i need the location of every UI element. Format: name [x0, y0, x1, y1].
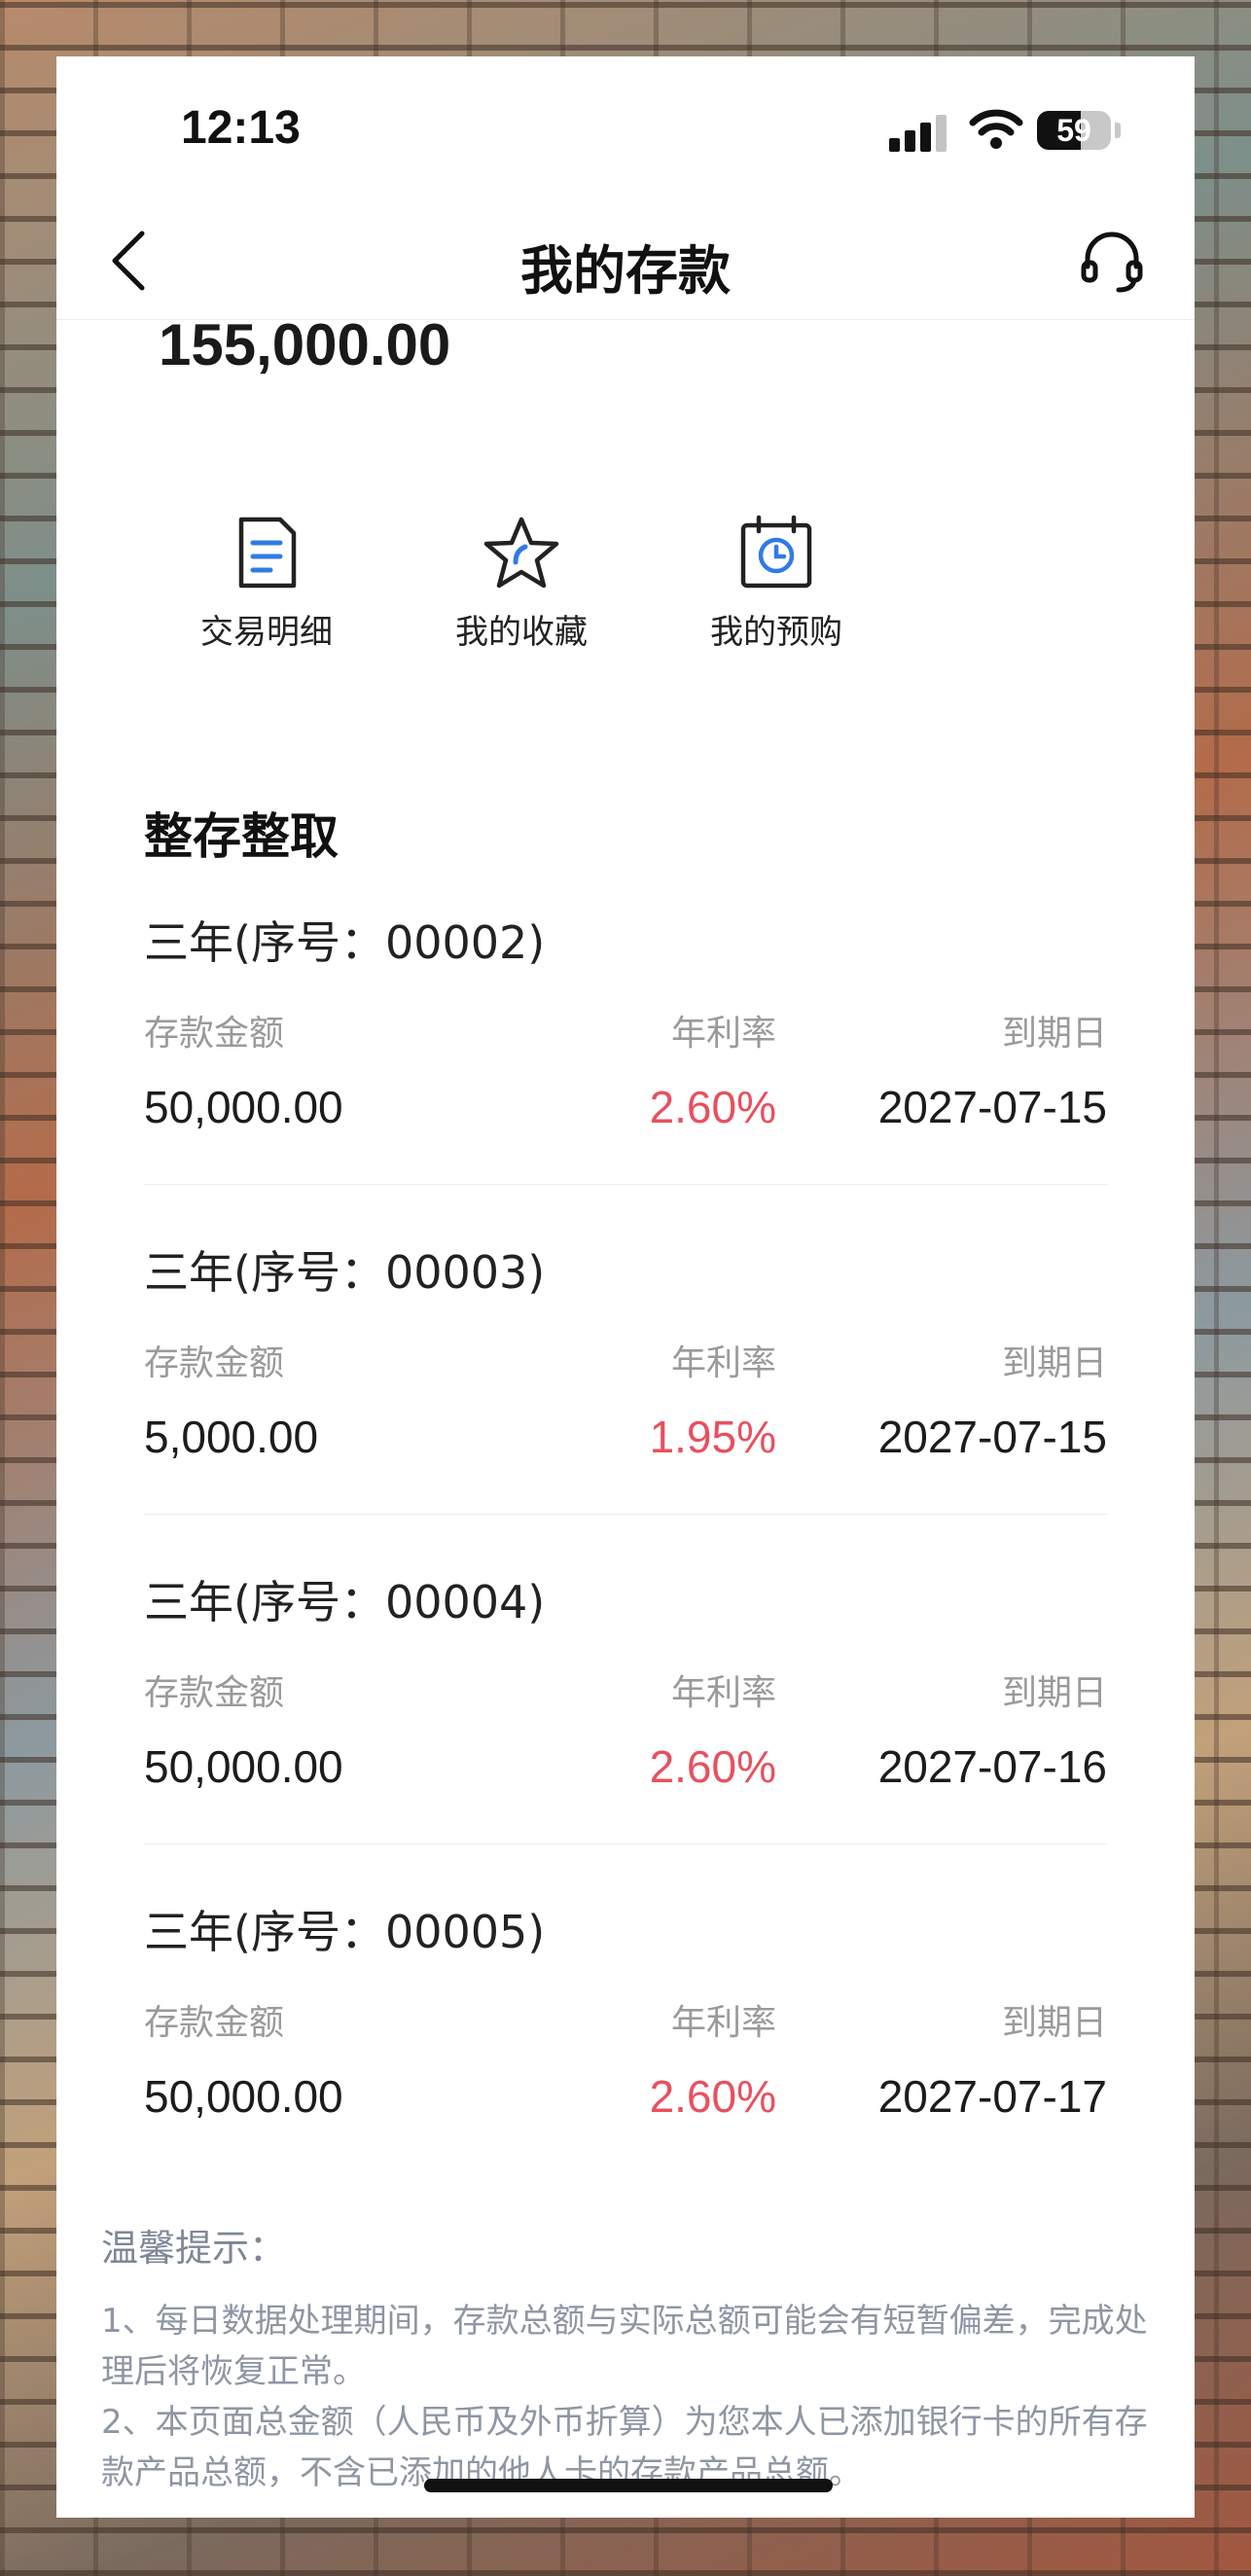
rate-label: 年利率 — [670, 1343, 776, 1383]
headset-icon[interactable] — [1078, 228, 1146, 296]
amount-label: 存款金额 — [144, 1343, 285, 1383]
deposit-card[interactable]: 三年(序号：00004) 存款金额 年利率 到期日 50,000.00 2.60… — [144, 1567, 1107, 1898]
amount-label: 存款金额 — [144, 2003, 285, 2043]
amount-label: 存款金额 — [144, 1673, 285, 1713]
due-label: 到期日 — [1001, 1343, 1107, 1383]
amount-label: 存款金额 — [144, 1014, 285, 1054]
due-date: 2027-07-16 — [877, 1741, 1107, 1792]
quick-actions: 交易明细 我的收藏 我的预购 — [150, 514, 947, 669]
due-label: 到期日 — [1001, 1673, 1107, 1713]
deposit-amount: 5,000.00 — [144, 1412, 319, 1462]
due-date: 2027-07-17 — [877, 2071, 1107, 2122]
deposit-amount: 50,000.00 — [144, 1741, 343, 1792]
deposit-title: 三年(序号：00003) — [144, 1246, 546, 1299]
document-icon — [238, 517, 297, 589]
battery-tip — [1115, 123, 1121, 138]
deposit-amount: 50,000.00 — [144, 1082, 343, 1132]
action-label: 我的收藏 — [455, 613, 588, 652]
home-indicator[interactable] — [424, 2479, 833, 2492]
star-icon — [483, 517, 559, 589]
status-bar: 12:13 59 — [56, 56, 1195, 202]
status-time: 12:13 — [181, 102, 301, 154]
transaction-details-button[interactable]: 交易明细 — [150, 514, 383, 669]
phone-screen: 12:13 59 我的存款 155,000.00 交易明细 我的收藏 我的预购 … — [56, 56, 1195, 2518]
interest-rate: 1.95% — [649, 1412, 776, 1462]
tips-title: 温馨提示： — [101, 2227, 287, 2270]
battery-icon: 59 — [1037, 111, 1111, 150]
interest-rate: 2.60% — [649, 1082, 776, 1132]
divider — [144, 1184, 1107, 1185]
rate-label: 年利率 — [670, 1673, 776, 1713]
deposit-amount: 50,000.00 — [144, 2071, 343, 2122]
deposit-title: 三年(序号：00002) — [144, 916, 546, 969]
due-label: 到期日 — [1001, 1014, 1107, 1054]
divider — [144, 1514, 1107, 1515]
divider — [144, 1843, 1107, 1844]
due-label: 到期日 — [1001, 2003, 1107, 2043]
wifi-icon — [969, 109, 1023, 149]
battery-level: 59 — [1056, 113, 1091, 148]
deposit-title: 三年(序号：00004) — [144, 1576, 546, 1628]
total-amount: 155,000.00 — [159, 312, 451, 377]
deposit-card[interactable]: 三年(序号：00005) 存款金额 年利率 到期日 50,000.00 2.60… — [144, 1897, 1107, 2228]
calendar-clock-icon — [740, 515, 812, 589]
rate-label: 年利率 — [670, 1014, 776, 1054]
interest-rate: 2.60% — [649, 2071, 776, 2122]
nav-bar: 我的存款 — [56, 202, 1195, 320]
my-favorites-button[interactable]: 我的收藏 — [405, 514, 638, 669]
due-date: 2027-07-15 — [877, 1412, 1107, 1462]
my-preorders-button[interactable]: 我的预购 — [660, 514, 893, 669]
section-title: 整存整取 — [144, 808, 339, 865]
deposit-card[interactable]: 三年(序号：00003) 存款金额 年利率 到期日 5,000.00 1.95%… — [144, 1237, 1107, 1568]
action-label: 我的预购 — [710, 613, 842, 652]
deposit-card[interactable]: 三年(序号：00002) 存款金额 年利率 到期日 50,000.00 2.60… — [144, 908, 1107, 1238]
interest-rate: 2.60% — [649, 1741, 776, 1792]
due-date: 2027-07-15 — [877, 1082, 1107, 1132]
rate-label: 年利率 — [670, 2003, 776, 2043]
action-label: 交易明细 — [200, 613, 333, 652]
deposit-title: 三年(序号：00005) — [144, 1906, 546, 1958]
signal-icon — [889, 115, 947, 152]
page-title: 我的存款 — [520, 240, 731, 302]
tip-item: 1、每日数据处理期间，存款总额与实际总额可能会有短暂偏差，完成处理后将恢复正常。 — [101, 2302, 1148, 2391]
